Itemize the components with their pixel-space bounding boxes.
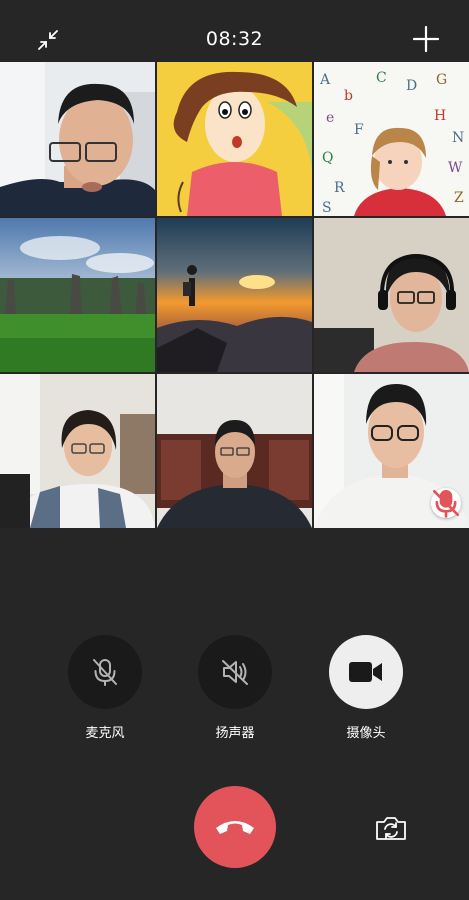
mic-off-icon bbox=[93, 659, 117, 686]
microphone-toggle-button[interactable] bbox=[68, 635, 142, 709]
participant-tile-9[interactable] bbox=[314, 374, 469, 528]
hangup-button[interactable] bbox=[194, 786, 276, 868]
camera-toggle-button[interactable] bbox=[329, 635, 403, 709]
microphone-control: 麦克风 bbox=[60, 635, 150, 741]
svg-text:F: F bbox=[354, 122, 364, 138]
participant-avatar: Ab C D Ge F H N Q R W S Z bbox=[314, 62, 469, 216]
participant-video bbox=[0, 374, 155, 528]
participant-tile-6[interactable] bbox=[314, 218, 469, 372]
speaker-control: 扬声器 bbox=[190, 635, 280, 741]
microphone-label: 麦克风 bbox=[85, 726, 125, 741]
svg-text:G: G bbox=[436, 72, 447, 88]
top-bar: 08:32 bbox=[0, 0, 469, 62]
video-camera-icon bbox=[349, 662, 382, 682]
speaker-off-icon bbox=[222, 660, 248, 685]
participant-grid: Ab C D Ge F H N Q R W S Z bbox=[0, 62, 469, 530]
mic-muted-icon bbox=[433, 490, 459, 518]
add-participant-button[interactable] bbox=[409, 22, 443, 56]
participant-avatar bbox=[0, 218, 155, 372]
participant-muted-badge bbox=[431, 488, 461, 518]
camera-control: 摄像头 bbox=[321, 635, 411, 741]
phone-hangup-icon bbox=[216, 821, 254, 834]
svg-text:A: A bbox=[319, 72, 331, 88]
participant-avatar bbox=[157, 218, 312, 372]
participant-tile-8[interactable] bbox=[157, 374, 312, 528]
speaker-label: 扬声器 bbox=[215, 726, 255, 741]
svg-text:S: S bbox=[322, 200, 332, 216]
svg-text:D: D bbox=[406, 78, 417, 94]
switch-camera-button[interactable] bbox=[372, 812, 410, 844]
participant-video bbox=[157, 374, 312, 528]
switch-camera-icon bbox=[376, 817, 406, 840]
svg-text:N: N bbox=[452, 130, 464, 146]
svg-text:R: R bbox=[334, 180, 345, 196]
participant-tile-4[interactable] bbox=[0, 218, 155, 372]
svg-text:b: b bbox=[344, 88, 353, 104]
participant-tile-3[interactable]: Ab C D Ge F H N Q R W S Z bbox=[314, 62, 469, 216]
participant-tile-5[interactable] bbox=[157, 218, 312, 372]
call-clock: 08:32 bbox=[205, 28, 264, 50]
participant-tile-1[interactable] bbox=[0, 62, 155, 216]
participant-tile-7[interactable] bbox=[0, 374, 155, 528]
camera-label: 摄像头 bbox=[346, 726, 386, 741]
svg-text:e: e bbox=[326, 110, 334, 126]
svg-text:H: H bbox=[434, 108, 446, 124]
svg-text:C: C bbox=[376, 70, 387, 86]
speaker-toggle-button[interactable] bbox=[198, 635, 272, 709]
svg-text:Z: Z bbox=[454, 190, 464, 206]
participant-video bbox=[0, 62, 155, 216]
participant-video bbox=[314, 218, 469, 372]
participant-tile-2[interactable] bbox=[157, 62, 312, 216]
plus-icon bbox=[412, 25, 440, 53]
svg-text:W: W bbox=[448, 160, 463, 176]
participant-avatar bbox=[157, 62, 312, 216]
svg-text:Q: Q bbox=[322, 150, 333, 166]
